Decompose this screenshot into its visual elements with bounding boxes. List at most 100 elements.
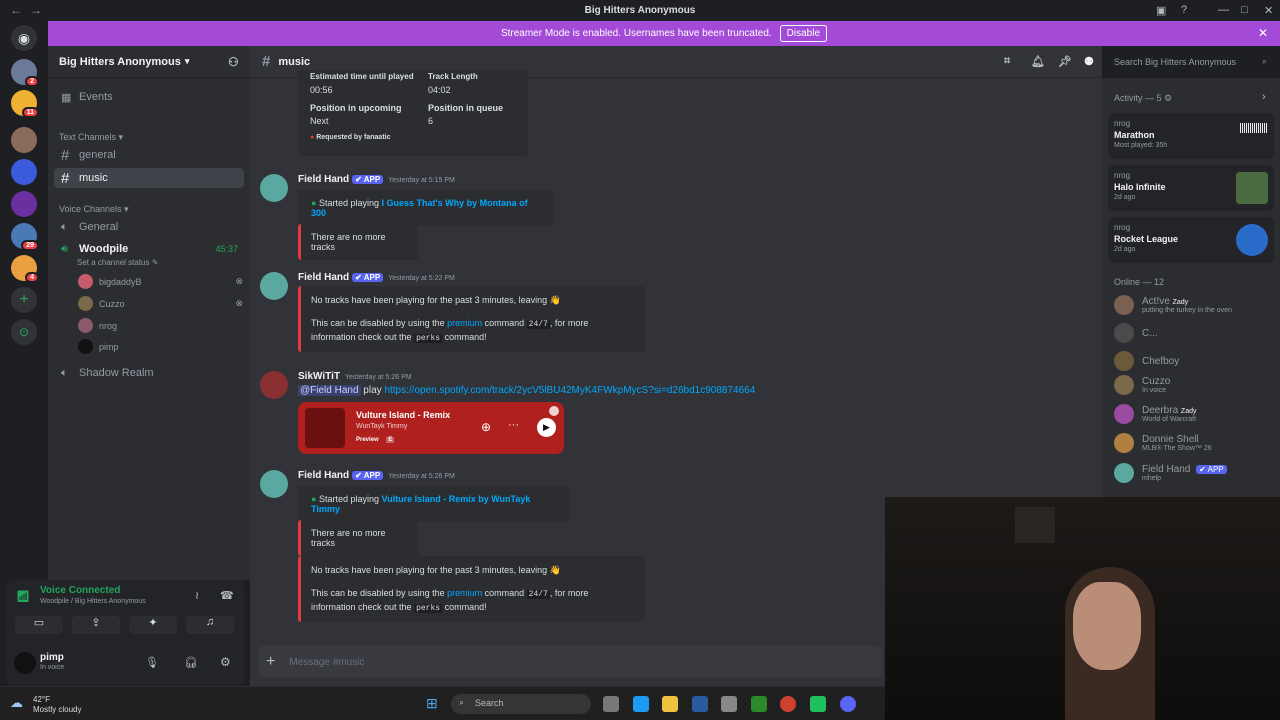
threads-icon[interactable]: ⌗ xyxy=(1004,55,1010,68)
voice-user[interactable]: pimp xyxy=(78,339,243,354)
member-item[interactable]: C... xyxy=(1114,323,1274,343)
server-header[interactable]: Big Hitters Anonymous ▾ ⚇ xyxy=(48,46,250,78)
twitter-icon[interactable] xyxy=(633,696,649,712)
channel-label: music xyxy=(79,172,108,184)
voice-user[interactable]: nrog xyxy=(78,318,243,333)
gear-icon[interactable]: ⚙ xyxy=(220,655,231,669)
store-icon[interactable] xyxy=(692,696,708,712)
voice-user-name: bigdaddyB xyxy=(99,276,142,287)
channel-title: music xyxy=(278,55,311,68)
maximize-button[interactable]: □ xyxy=(1241,4,1248,16)
channel-general[interactable]: # general xyxy=(54,145,244,165)
attach-icon[interactable]: + xyxy=(266,653,275,671)
close-icon[interactable]: ✕ xyxy=(1258,26,1268,40)
activities-button[interactable]: ✦ xyxy=(129,616,177,634)
embed-text: Started playing xyxy=(318,198,379,208)
server-icon[interactable]: 4 xyxy=(11,255,39,283)
app-icon[interactable] xyxy=(810,696,826,712)
xbox-icon[interactable] xyxy=(751,696,767,712)
premium-link[interactable]: premium xyxy=(447,318,482,328)
voice-channel-shadow-realm[interactable]: 🔈︎ Shadow Realm xyxy=(54,363,244,383)
activity-card[interactable]: nrog Marathon Most played: 35h xyxy=(1108,113,1274,159)
member-item[interactable]: Field Hand ✔ APP mhelp xyxy=(1114,463,1274,483)
author-name[interactable]: Field Hand xyxy=(298,470,349,481)
server-icon[interactable] xyxy=(11,159,37,185)
noise-suppression-icon[interactable]: ≀ xyxy=(195,589,199,602)
member-name: C... xyxy=(1142,327,1158,339)
server-icon[interactable]: 2 xyxy=(11,59,39,87)
disconnect-icon[interactable]: ☎ xyxy=(220,589,234,602)
avatar[interactable] xyxy=(260,174,288,202)
microphone-icon[interactable]: 🎙︎ xyxy=(145,656,159,669)
settings-icon[interactable] xyxy=(721,696,737,712)
avatar[interactable] xyxy=(260,272,288,300)
headphones-icon[interactable]: 🎧︎ xyxy=(184,656,198,669)
chevron-right-icon[interactable]: › xyxy=(1262,91,1266,103)
channel-label: Shadow Realm xyxy=(79,367,154,379)
member-item[interactable]: Chefboy xyxy=(1114,351,1274,371)
channel-music[interactable]: # music xyxy=(54,168,244,188)
play-button[interactable]: ▶ xyxy=(537,418,556,437)
author-name[interactable]: SikWiTiT xyxy=(298,371,340,382)
member-item[interactable]: Act!ve Zady putting the turkey in the ove… xyxy=(1114,295,1274,315)
voice-channels-category[interactable]: Voice Channels ▾ xyxy=(59,204,129,215)
add-icon[interactable]: ⊕ xyxy=(481,420,491,434)
voice-channel-woodpile[interactable]: 🔊︎ Woodpile 45:37 xyxy=(54,239,244,259)
file-explorer-icon[interactable] xyxy=(662,696,678,712)
server-icon[interactable] xyxy=(11,191,37,217)
voice-user[interactable]: Cuzzo ⊗ xyxy=(78,296,243,311)
spotify-link[interactable]: https://open.spotify.com/track/2ycV5lBU4… xyxy=(384,385,755,396)
pin-icon[interactable]: 📌︎ xyxy=(1058,55,1072,68)
camera-button[interactable]: ▭ xyxy=(15,616,63,634)
member-item[interactable]: Deerbra Zady World of Warcraft xyxy=(1114,404,1274,424)
server-icon[interactable]: 29 xyxy=(11,223,39,251)
activity-card[interactable]: nrog Rocket League 2d ago xyxy=(1108,217,1274,263)
soundboard-button[interactable]: ♫ xyxy=(186,616,234,634)
voice-user[interactable]: bigdaddyB ⊗ xyxy=(78,274,243,289)
windows-start-icon[interactable]: ⊞ xyxy=(426,695,438,712)
premium-link[interactable]: premium xyxy=(447,588,482,598)
avatar[interactable] xyxy=(260,371,288,399)
member-item[interactable]: Cuzzo In voice xyxy=(1114,375,1274,395)
embed-text: This can be disabled by using the premiu… xyxy=(311,317,635,345)
minimize-button[interactable]: — xyxy=(1218,4,1229,16)
server-icon[interactable] xyxy=(11,127,37,153)
discord-icon[interactable] xyxy=(840,696,856,712)
speaker-icon: 🔊︎ xyxy=(61,242,68,255)
search-input[interactable]: Search Big Hitters Anonymous ⌕ xyxy=(1108,53,1272,72)
spotify-card[interactable]: Vulture Island - Remix WunTayk Timmy Pre… xyxy=(298,402,564,454)
inbox-icon[interactable]: ▣ xyxy=(1156,4,1166,17)
voice-channel-general[interactable]: 🔈︎ General xyxy=(54,217,244,237)
mention[interactable]: @Field Hand xyxy=(298,385,361,396)
author-name[interactable]: Field Hand xyxy=(298,174,349,185)
members-icon[interactable]: ⚉ xyxy=(1084,55,1094,68)
add-server-icon[interactable]: + xyxy=(11,287,37,313)
activity-card[interactable]: nrog Halo Infinite 2d ago xyxy=(1108,165,1274,211)
weather-icon[interactable]: ☁ xyxy=(10,695,23,711)
add-member-icon[interactable]: ⚇ xyxy=(228,55,239,69)
close-window-button[interactable]: ✕ xyxy=(1264,4,1273,17)
avatar[interactable] xyxy=(260,470,288,498)
help-icon[interactable]: ? xyxy=(1181,4,1187,16)
member-name: Field Hand ✔ APP xyxy=(1142,464,1227,475)
disable-streamer-button[interactable]: Disable xyxy=(779,25,828,42)
more-icon[interactable]: ··· xyxy=(508,419,519,431)
screenshare-button[interactable]: ⇪ xyxy=(72,616,120,634)
bell-icon[interactable]: 🔔︎ xyxy=(1031,55,1045,68)
discover-icon[interactable]: ⊙ xyxy=(11,319,37,345)
channel-status-label: Set a channel status xyxy=(77,258,150,267)
avatar[interactable] xyxy=(14,652,36,674)
text-channels-category[interactable]: Text Channels ▾ xyxy=(59,132,123,143)
discord-home-icon[interactable]: ◉ xyxy=(11,25,37,51)
task-view-icon[interactable] xyxy=(603,696,619,712)
channel-status[interactable]: Set a channel status ✎ xyxy=(77,258,158,267)
events-item[interactable]: ▦ Events xyxy=(54,87,244,107)
member-item[interactable]: Donnie Shell MLB® The Show™ 26 xyxy=(1114,433,1274,453)
server-icon[interactable]: 11 xyxy=(11,90,39,118)
now-playing-embed: ● Started playing I Guess That's Why by … xyxy=(298,190,554,226)
author-name[interactable]: Field Hand xyxy=(298,272,349,283)
taskbar-search[interactable]: ⌕ Search xyxy=(451,694,591,714)
avatar: ● xyxy=(310,134,315,141)
message-composer[interactable]: + Message #music xyxy=(258,646,882,678)
chrome-icon[interactable] xyxy=(780,696,796,712)
